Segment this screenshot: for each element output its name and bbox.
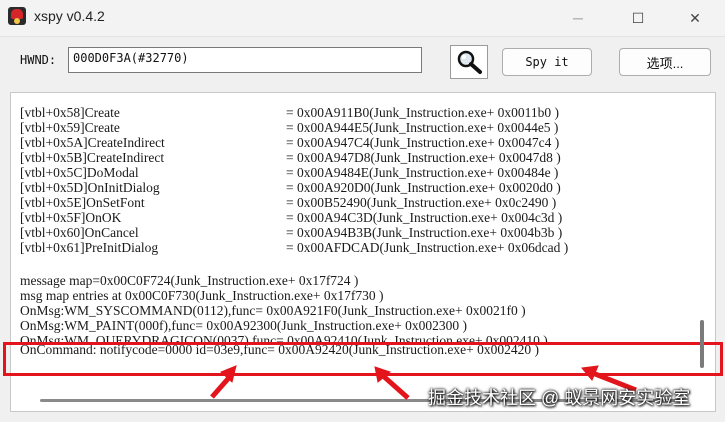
window-finder-button[interactable] xyxy=(450,45,488,79)
vertical-scrollbar[interactable] xyxy=(700,320,704,368)
vtable-row: [vtbl+0x5C]DoModal = 0x00A9484E(Junk_Inst… xyxy=(20,165,559,180)
onmsg-paint-line: OnMsg:WM_PAINT(000f),func= 0x00A92300(Ju… xyxy=(20,318,468,333)
title-bar: xspy v0.4.2 ─ ☐ ✕ xyxy=(0,0,725,37)
minimize-button[interactable]: ─ xyxy=(555,0,601,36)
vtable-row: [vtbl+0x61]PreInitDialog = 0x00AFDCAD(Jun… xyxy=(20,240,569,255)
maximize-button[interactable]: ☐ xyxy=(615,0,661,36)
vtable-row: [vtbl+0x59]Create = 0x00A944E5(Junk_Instr… xyxy=(20,120,559,135)
vtable-row: [vtbl+0x5D]OnInitDialog = 0x00A920D0(Junk… xyxy=(20,180,561,195)
vtable-list: [vtbl+0x58]Create = 0x00A911B0(Junk_Instr… xyxy=(20,105,568,255)
window-title: xspy v0.4.2 xyxy=(34,8,105,24)
message-map-line: message map=0x00C0F724(Junk_Instruction.… xyxy=(20,273,359,288)
onmsg-querydragicon-line: OnMsg:WM_QUERYDRAGICON(0037),func= 0x00A… xyxy=(20,333,548,342)
vtable-row: [vtbl+0x5B]CreateIndirect = 0x00A947D8(Ju… xyxy=(20,150,561,165)
hwnd-label: HWND: xyxy=(20,53,57,67)
message-map-list: message map=0x00C0F724(Junk_Instruction.… xyxy=(20,273,548,357)
watermark: 掘金技术社区 @ 蚁景网安实验室 xyxy=(428,388,691,408)
vtable-row: [vtbl+0x5A]CreateIndirect = 0x00A947C4(Ju… xyxy=(20,135,560,150)
spy-it-button[interactable]: Spy it xyxy=(502,48,592,76)
app-icon xyxy=(8,7,26,25)
vtable-row: [vtbl+0x5F]OnOK = 0x00A94C3D(Junk_Instruc… xyxy=(20,210,563,225)
msg-map-entries-line: msg map entries at 0x00C0F730(Junk_Instr… xyxy=(20,288,384,303)
onmsg-syscommand-line: OnMsg:WM_SYSCOMMAND(0112),func= 0x00A921… xyxy=(20,303,526,318)
oncommand-line: OnCommand: notifycode=0000 id=03e9,func=… xyxy=(20,342,540,357)
vtable-row: [vtbl+0x5E]OnSetFont = 0x00B52490(Junk_In… xyxy=(20,195,557,210)
magnifier-icon xyxy=(457,50,482,74)
hwnd-input[interactable]: 000D0F3A(#32770) xyxy=(68,47,422,73)
close-button[interactable]: ✕ xyxy=(672,0,718,36)
vtable-row: [vtbl+0x58]Create = 0x00A911B0(Junk_Instr… xyxy=(20,105,559,120)
vtable-row: [vtbl+0x60]OnCancel = 0x00A94B3B(Junk_Ins… xyxy=(20,225,563,240)
output-text-area[interactable]: [vtbl+0x58]Create = 0x00A911B0(Junk_Instr… xyxy=(10,92,716,412)
options-button[interactable]: 选项... xyxy=(619,48,711,76)
